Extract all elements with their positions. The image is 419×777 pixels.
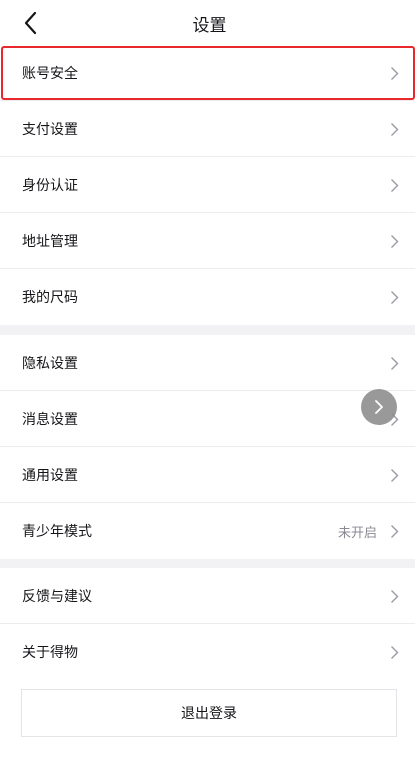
logout-button[interactable]: 退出登录 [21, 689, 397, 737]
logout-section: 退出登录 [0, 680, 419, 777]
chevron-right-icon [391, 291, 399, 304]
settings-group-account: 账号安全 支付设置 身份认证 地址管理 我的尺码 [0, 45, 419, 325]
floating-assistive-button[interactable] [361, 389, 397, 425]
chevron-right-icon [391, 357, 399, 370]
chevron-right-icon [391, 123, 399, 136]
page-title: 设置 [192, 16, 227, 36]
row-label: 青少年模式 [22, 524, 92, 540]
row-label: 我的尺码 [22, 290, 78, 306]
row-label: 地址管理 [22, 234, 78, 250]
settings-row-feedback[interactable]: 反馈与建议 [0, 568, 419, 624]
teen-mode-status: 未开启 [337, 526, 377, 541]
chevron-right-icon [391, 67, 399, 80]
chevron-right-icon [391, 179, 399, 192]
row-label: 身份认证 [22, 178, 78, 194]
row-label: 消息设置 [22, 412, 78, 428]
row-label: 支付设置 [22, 122, 78, 138]
row-label: 关于得物 [22, 645, 78, 661]
chevron-right-icon [391, 646, 399, 659]
settings-row-account-security[interactable]: 账号安全 [0, 45, 419, 101]
settings-group-about: 反馈与建议 关于得物 [0, 568, 419, 680]
settings-row-payment[interactable]: 支付设置 [0, 101, 419, 157]
chevron-right-icon [391, 590, 399, 603]
chevron-right-icon [391, 469, 399, 482]
settings-row-teen-mode[interactable]: 青少年模式 未开启 [0, 503, 419, 559]
settings-row-identity[interactable]: 身份认证 [0, 157, 419, 213]
settings-row-address[interactable]: 地址管理 [0, 213, 419, 269]
row-label: 通用设置 [22, 468, 78, 484]
row-label: 账号安全 [22, 66, 78, 82]
settings-row-notifications[interactable]: 消息设置 [0, 391, 419, 447]
settings-row-about[interactable]: 关于得物 [0, 624, 419, 680]
right-edge-strip [415, 45, 419, 777]
row-label: 隐私设置 [22, 356, 78, 372]
settings-row-privacy[interactable]: 隐私设置 [0, 335, 419, 391]
settings-group-general: 隐私设置 消息设置 通用设置 青少年模式 未开启 [0, 335, 419, 559]
chevron-right-icon [375, 400, 383, 414]
settings-row-general[interactable]: 通用设置 [0, 447, 419, 503]
chevron-right-icon [391, 525, 399, 538]
row-label: 反馈与建议 [22, 589, 92, 605]
chevron-right-icon [391, 235, 399, 248]
top-bar: 设置 [0, 0, 419, 45]
settings-row-my-size[interactable]: 我的尺码 [0, 269, 419, 325]
